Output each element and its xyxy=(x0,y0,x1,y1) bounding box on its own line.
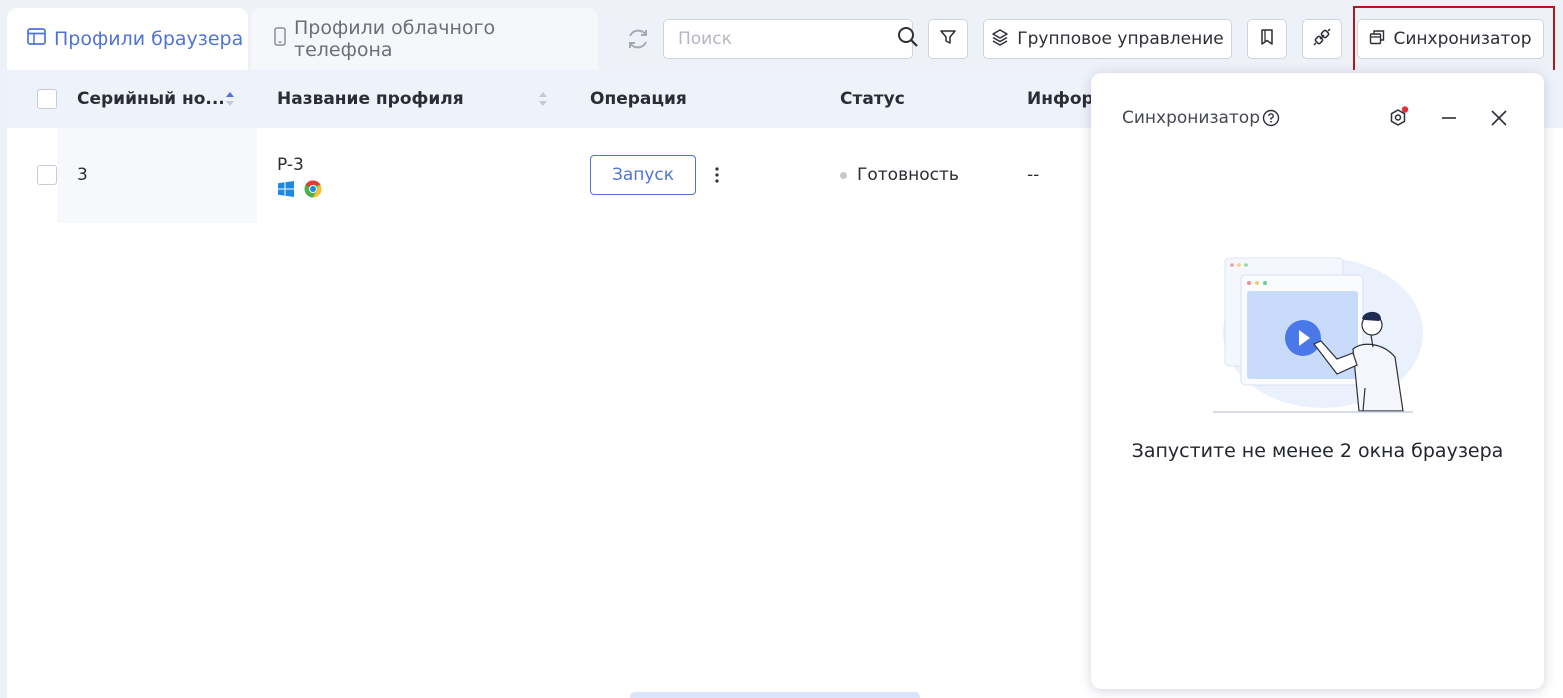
bookmark-button[interactable] xyxy=(1247,19,1287,59)
search-icon[interactable] xyxy=(897,26,919,52)
close-icon[interactable] xyxy=(1488,107,1510,129)
panel-title: Синхронизатор xyxy=(1122,108,1261,128)
column-status: Статус xyxy=(840,89,905,109)
empty-state-illustration xyxy=(1213,253,1423,418)
synchronizer-panel: Синхронизатор Запустите не менее 2 окна … xyxy=(1091,73,1544,689)
serial-number: 3 xyxy=(77,165,88,185)
top-bar: Профили браузера Профили облачного телеф… xyxy=(0,0,1563,70)
column-operation: Операция xyxy=(590,89,687,109)
chrome-icon xyxy=(304,180,322,202)
status-text: Готовность xyxy=(857,165,959,185)
profile-name: P-3 xyxy=(277,155,304,175)
link-button[interactable] xyxy=(1302,19,1342,59)
help-icon[interactable] xyxy=(1262,109,1280,127)
status-dot xyxy=(840,172,847,179)
more-options-icon[interactable] xyxy=(711,164,723,186)
empty-state-message: Запустите не менее 2 окна браузера xyxy=(1131,440,1504,462)
select-all-checkbox[interactable] xyxy=(37,89,57,109)
browser-window-icon xyxy=(27,28,46,50)
search-input[interactable] xyxy=(678,29,897,49)
column-info: Инфор xyxy=(1027,89,1094,109)
sort-icon[interactable] xyxy=(538,90,548,108)
selection-highlight xyxy=(1353,6,1555,76)
info-text: -- xyxy=(1027,165,1040,185)
bottom-scroll-bar[interactable] xyxy=(630,692,920,698)
launch-button[interactable]: Запуск xyxy=(590,155,696,195)
search-box xyxy=(663,19,918,59)
tab-label: Профили облачного телефона xyxy=(294,17,496,61)
group-management-label: Групповое управление xyxy=(1017,29,1224,49)
refresh-icon[interactable] xyxy=(625,26,651,52)
group-management-button[interactable]: Групповое управление xyxy=(983,19,1232,59)
settings-icon[interactable] xyxy=(1388,106,1410,130)
tab-browser-profiles[interactable]: Профили браузера xyxy=(7,8,248,70)
link-icon xyxy=(1313,27,1331,51)
layers-icon xyxy=(991,28,1009,51)
filter-button[interactable] xyxy=(928,19,968,59)
filter-icon xyxy=(939,28,957,51)
row-checkbox[interactable] xyxy=(37,165,57,185)
bookmark-icon xyxy=(1259,28,1275,51)
tab-label: Профили браузера xyxy=(54,28,244,50)
column-serial[interactable]: Серийный но... xyxy=(77,70,225,128)
column-profile-name[interactable]: Название профиля xyxy=(277,70,464,128)
phone-icon xyxy=(274,27,286,51)
tab-cloud-phone-profiles[interactable]: Профили облачного телефона xyxy=(251,8,598,70)
minimize-icon[interactable] xyxy=(1438,107,1460,129)
windows-icon xyxy=(278,181,294,201)
sort-icon[interactable] xyxy=(225,90,235,108)
